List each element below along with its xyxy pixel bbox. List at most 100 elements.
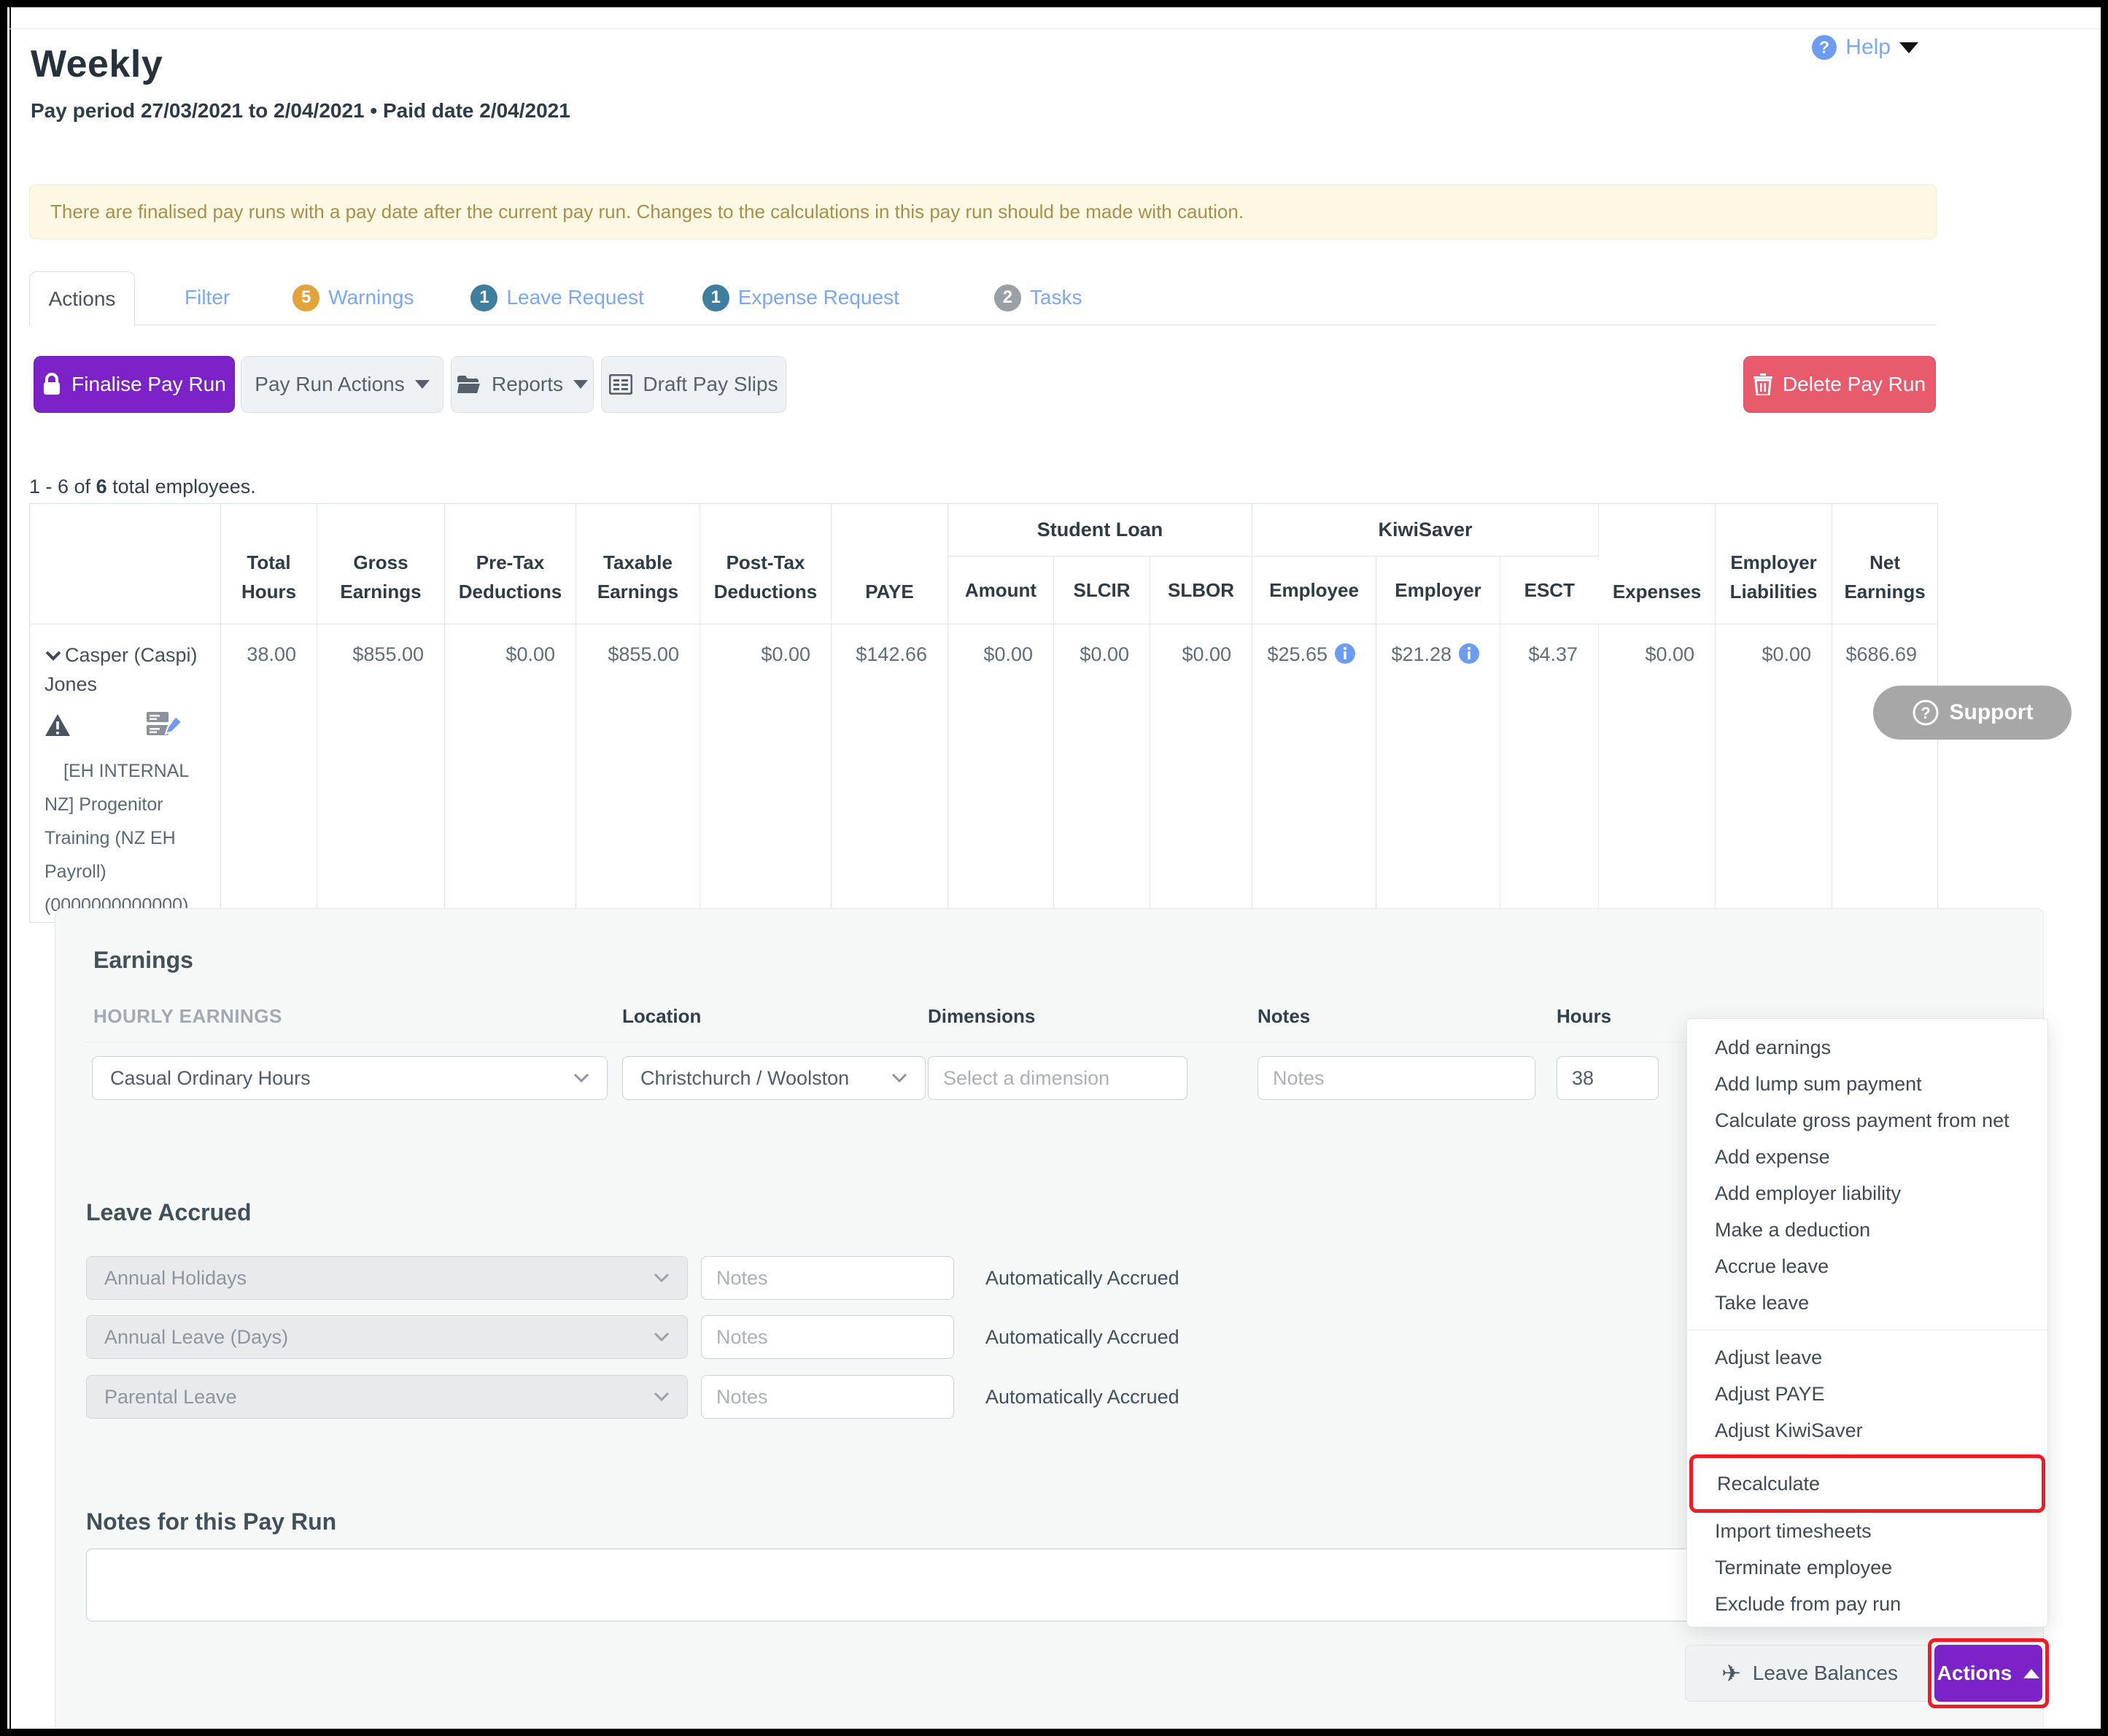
cell-total-hours: 38.00 — [221, 624, 317, 923]
tab-expense-request[interactable]: 1 Expense Request — [702, 284, 899, 311]
plane-icon: ✈ — [1721, 1662, 1741, 1685]
payslip-icon — [609, 374, 632, 395]
question-circle-icon: ? — [1912, 699, 1940, 726]
caret-down-icon — [573, 380, 588, 389]
chevron-down-icon — [654, 1392, 670, 1402]
cell-expenses: $0.00 — [1599, 624, 1716, 923]
support-button[interactable]: ? Support — [1873, 686, 2072, 740]
leave-status: Automatically Accrued — [985, 1326, 1179, 1349]
svg-text:?: ? — [1921, 704, 1930, 722]
leave-type-select[interactable]: Annual Leave (Days) — [86, 1315, 688, 1359]
count-suffix: total employees. — [112, 476, 256, 497]
delete-pay-run-button[interactable]: Delete Pay Run — [1743, 356, 1936, 413]
help-question-icon: ? — [1812, 35, 1837, 60]
folder-icon — [457, 374, 481, 395]
col-taxable-earnings: Taxable Earnings — [576, 504, 700, 624]
col-pre-tax-deductions: Pre-Tax Deductions — [445, 504, 576, 624]
menu-item-accrue-leave[interactable]: Accrue leave — [1687, 1248, 2047, 1284]
col-ks-employer: Employer — [1376, 557, 1500, 624]
leave-balances-button[interactable]: ✈ Leave Balances — [1685, 1645, 1934, 1702]
header-divider — [7, 28, 2101, 29]
pay-run-notes-heading: Notes for this Pay Run — [86, 1508, 336, 1535]
employee-name-label: Casper (Caspi) Jones — [44, 644, 198, 695]
menu-item-adjust-paye[interactable]: Adjust PAYE — [1687, 1376, 2047, 1412]
tab-filter-label: Filter — [185, 286, 230, 309]
menu-item-calc-gross-from-net[interactable]: Calculate gross payment from net — [1687, 1102, 2047, 1139]
menu-item-exclude-from-pay-run[interactable]: Exclude from pay run — [1687, 1586, 2047, 1622]
col-post-tax-deductions: Post-Tax Deductions — [700, 504, 832, 624]
chevron-down-icon — [654, 1273, 670, 1283]
earnings-heading: Earnings — [93, 947, 193, 974]
dimensions-label: Dimensions — [928, 1005, 1035, 1028]
menu-item-add-earnings[interactable]: Add earnings — [1687, 1029, 2047, 1066]
tab-warnings[interactable]: 5 Warnings — [292, 284, 414, 311]
edit-pencil-icon[interactable] — [164, 715, 183, 737]
warning-banner: There are finalised pay runs with a pay … — [29, 185, 1937, 239]
hours-input[interactable] — [1557, 1056, 1659, 1100]
cell-ks-employee: $25.65 — [1252, 624, 1376, 923]
menu-item-add-employer-liability[interactable]: Add employer liability — [1687, 1175, 2047, 1212]
leave-type-select[interactable]: Parental Leave — [86, 1375, 688, 1419]
cell-slcir: $0.00 — [1054, 624, 1150, 923]
tab-actions[interactable]: Actions — [29, 271, 135, 325]
location-select[interactable]: Christchurch / Woolston — [622, 1056, 926, 1100]
support-label: Support — [1950, 700, 2034, 725]
employee-org: [EH INTERNAL NZ] Progenitor Training (NZ… — [44, 754, 216, 922]
leave-notes-input[interactable] — [701, 1375, 954, 1419]
tab-warnings-label: Warnings — [328, 286, 414, 309]
employee-icons — [44, 710, 210, 740]
chevron-down-icon — [573, 1073, 589, 1083]
menu-item-add-expense[interactable]: Add expense — [1687, 1139, 2047, 1175]
menu-item-import-timesheets[interactable]: Import timesheets — [1687, 1513, 2047, 1549]
reports-label: Reports — [492, 373, 563, 396]
pay-run-actions-button[interactable]: Pay Run Actions — [241, 356, 443, 413]
help-menu[interactable]: ? Help — [1812, 35, 1918, 60]
tab-tasks[interactable]: 2 Tasks — [994, 284, 1082, 311]
menu-item-take-leave[interactable]: Take leave — [1687, 1284, 2047, 1321]
tab-leave-request[interactable]: 1 Leave Request — [470, 284, 643, 311]
leave-type-value: Annual Leave (Days) — [104, 1326, 288, 1349]
cell-sl-amount: $0.00 — [948, 624, 1054, 923]
menu-item-make-deduction[interactable]: Make a deduction — [1687, 1212, 2047, 1248]
delete-pay-run-label: Delete Pay Run — [1783, 373, 1926, 396]
chevron-down-icon — [891, 1073, 907, 1083]
draft-pay-slips-button[interactable]: Draft Pay Slips — [601, 356, 786, 413]
earning-type-select[interactable]: Casual Ordinary Hours — [92, 1056, 608, 1100]
employee-name[interactable]: Casper (Caspi) Jones — [44, 640, 212, 699]
info-icon[interactable] — [1335, 643, 1355, 669]
leave-type-value: Annual Holidays — [104, 1267, 247, 1290]
menu-item-adjust-kiwisaver[interactable]: Adjust KiwiSaver — [1687, 1412, 2047, 1449]
leave-type-value: Parental Leave — [104, 1386, 237, 1408]
leave-notes-input[interactable] — [701, 1256, 954, 1300]
location-label: Location — [622, 1005, 701, 1028]
employee-cell[interactable]: Casper (Caspi) Jones [EH INTERNAL NZ] Pr… — [30, 624, 221, 923]
tab-actions-label: Actions — [49, 287, 116, 311]
cell-paye: $142.66 — [832, 624, 948, 923]
col-slbor: SLBOR — [1150, 557, 1252, 624]
trash-icon — [1754, 373, 1772, 395]
dimensions-input[interactable] — [928, 1056, 1187, 1100]
group-student-loan: Student Loan — [948, 504, 1252, 557]
reports-button[interactable]: Reports — [451, 356, 594, 413]
earnings-notes-input[interactable] — [1258, 1056, 1535, 1100]
cell-ks-employer: $21.28 — [1376, 624, 1500, 923]
finalise-pay-run-button[interactable]: Finalise Pay Run — [34, 356, 235, 413]
menu-item-recalculate[interactable]: Recalculate — [1689, 1454, 2045, 1513]
tab-filter[interactable]: Filter — [185, 286, 230, 309]
leave-accrued-heading: Leave Accrued — [86, 1199, 251, 1226]
info-icon[interactable] — [1459, 643, 1479, 669]
menu-item-adjust-leave[interactable]: Adjust leave — [1687, 1339, 2047, 1376]
leave-notes-input[interactable] — [701, 1315, 954, 1359]
leave-type-select[interactable]: Annual Holidays — [86, 1256, 688, 1300]
leave-balances-label: Leave Balances — [1753, 1662, 1898, 1685]
draft-pay-slips-label: Draft Pay Slips — [643, 373, 778, 396]
menu-item-terminate-employee[interactable]: Terminate employee — [1687, 1549, 2047, 1586]
lock-icon — [42, 373, 61, 396]
tab-expense-request-label: Expense Request — [738, 286, 899, 309]
warning-triangle-icon[interactable] — [44, 713, 71, 737]
cell-pre-tax: $0.00 — [445, 624, 576, 923]
count-number: 6 — [96, 476, 107, 497]
group-kiwisaver: KiwiSaver — [1252, 504, 1599, 557]
menu-item-add-lump-sum[interactable]: Add lump sum payment — [1687, 1066, 2047, 1102]
actions-button[interactable]: Actions — [1934, 1645, 2042, 1702]
